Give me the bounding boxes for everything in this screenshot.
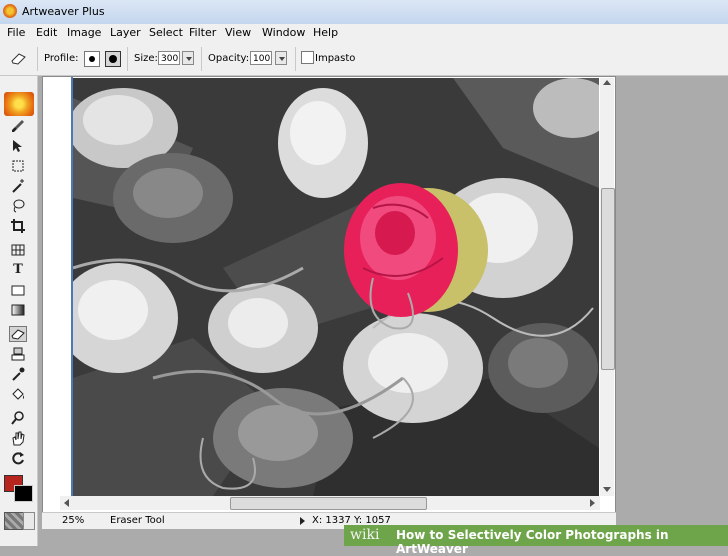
menu-filter[interactable]: Filter	[189, 26, 216, 39]
size-spinner[interactable]	[182, 51, 194, 65]
scroll-left-icon[interactable]	[64, 499, 69, 507]
size-label: Size:	[134, 53, 158, 64]
text-icon[interactable]: T	[9, 262, 27, 278]
opacity-field[interactable]: 100	[250, 51, 272, 65]
menu-view[interactable]: View	[225, 26, 251, 39]
opacity-spinner[interactable]	[275, 51, 287, 65]
paintbrush-icon[interactable]	[9, 118, 27, 134]
article-title: How to Selectively Color Photographs in …	[396, 528, 669, 556]
app-icon	[3, 4, 17, 18]
background-color-swatch[interactable]	[14, 485, 33, 502]
magic-wand-icon[interactable]	[9, 178, 27, 194]
profile-label: Profile:	[44, 53, 79, 64]
lasso-icon[interactable]	[9, 198, 27, 214]
vertical-scrollbar[interactable]	[600, 78, 615, 496]
image-canvas[interactable]	[73, 78, 599, 496]
rose-photo	[73, 78, 599, 496]
clone-icon[interactable]	[9, 346, 27, 362]
crop-icon[interactable]	[9, 218, 27, 234]
rectangle-select-icon[interactable]	[9, 158, 27, 174]
rotate-icon[interactable]	[9, 450, 27, 466]
menu-edit[interactable]: Edit	[36, 26, 57, 39]
current-tool-label: Eraser Tool	[110, 515, 165, 526]
menu-window[interactable]: Window	[262, 26, 305, 39]
eraser-option-icon	[11, 53, 26, 65]
profile-soft-button[interactable]	[105, 51, 121, 67]
horizontal-scrollbar[interactable]	[60, 496, 600, 510]
zoom-level: 25%	[62, 515, 85, 526]
scroll-right-icon[interactable]	[590, 499, 595, 507]
eraser-icon[interactable]	[9, 326, 27, 342]
eyedropper-icon[interactable]	[9, 366, 27, 382]
title-bar: Artweaver Plus	[0, 0, 728, 24]
grid-icon[interactable]	[9, 242, 27, 258]
paint-bucket-icon[interactable]	[9, 386, 27, 402]
window-title: Artweaver Plus	[22, 5, 105, 18]
horizontal-scroll-thumb[interactable]	[230, 497, 427, 510]
toolbox: T	[0, 76, 38, 546]
hand-icon[interactable]	[9, 430, 27, 446]
artweaver-logo-icon	[4, 92, 34, 116]
profile-hard-button[interactable]	[84, 51, 100, 67]
separator	[295, 47, 296, 71]
impasto-label: Impasto	[315, 53, 356, 64]
opacity-label: Opacity:	[208, 53, 250, 64]
move-icon[interactable]	[9, 138, 27, 154]
wikihow-logo: wiki	[350, 527, 380, 543]
watermark-banner: wiki How to Selectively Color Photograph…	[344, 525, 728, 556]
vertical-scroll-thumb[interactable]	[601, 188, 615, 370]
brush-texture-swatch[interactable]	[4, 512, 24, 530]
separator	[127, 47, 128, 71]
status-arrow-icon[interactable]	[300, 517, 305, 525]
menu-bar: File Edit Image Layer Select Filter View…	[0, 24, 728, 42]
size-field[interactable]: 300	[158, 51, 180, 65]
separator	[37, 47, 38, 71]
menu-image[interactable]: Image	[67, 26, 101, 39]
scroll-down-icon[interactable]	[603, 487, 611, 492]
texture-dropdown-icon[interactable]	[23, 512, 35, 530]
menu-select[interactable]: Select	[149, 26, 183, 39]
menu-file[interactable]: File	[7, 26, 25, 39]
separator	[201, 47, 202, 71]
tool-options-bar: Profile: Size: 300 Opacity: 100 Impasto	[0, 42, 728, 76]
zoom-icon[interactable]	[9, 410, 27, 426]
menu-help[interactable]: Help	[313, 26, 338, 39]
menu-layer[interactable]: Layer	[110, 26, 141, 39]
impasto-checkbox[interactable]	[301, 51, 314, 64]
scroll-up-icon[interactable]	[603, 80, 611, 85]
gradient-icon[interactable]	[9, 302, 27, 318]
rectangle-icon[interactable]	[9, 282, 27, 298]
